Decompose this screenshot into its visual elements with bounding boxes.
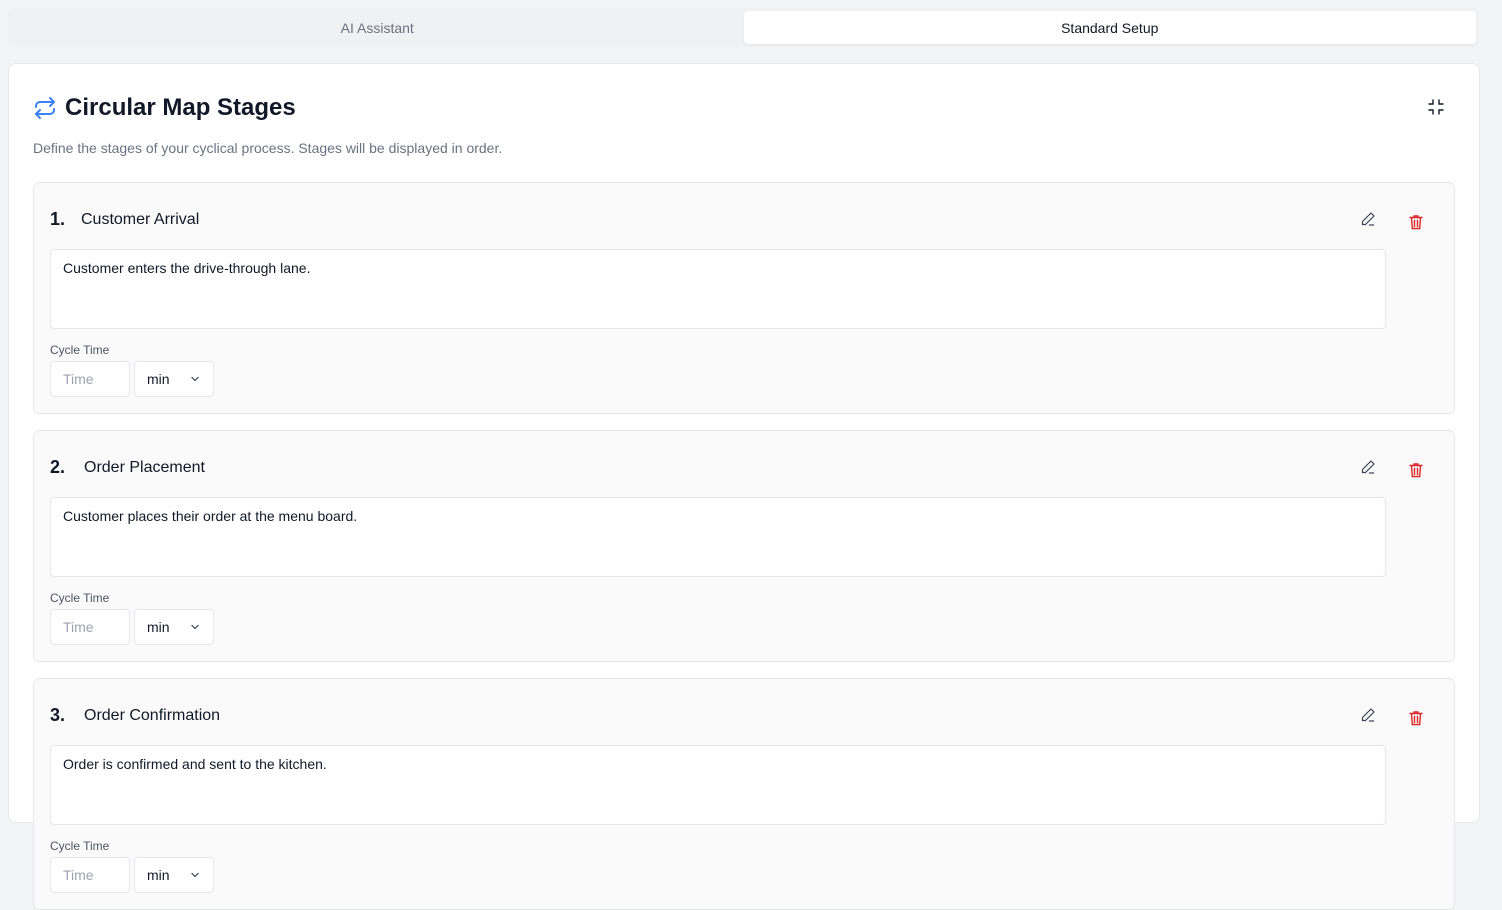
stage-card: 2. Order Placement Customer places their… (33, 430, 1455, 662)
card-header: Circular Map Stages (33, 94, 296, 122)
cycle-time-input[interactable]: Time (50, 361, 130, 397)
cycle-time-input[interactable]: Time (50, 857, 130, 893)
unit-select[interactable]: min (134, 857, 214, 893)
pencil-icon[interactable] (1360, 707, 1378, 725)
mode-tabs: AI Assistant Standard Setup (8, 8, 1479, 47)
chevron-down-icon (189, 621, 201, 633)
tab-standard-setup[interactable]: Standard Setup (743, 11, 1476, 44)
cycle-arrows-icon (33, 96, 57, 120)
trash-icon[interactable] (1409, 710, 1427, 728)
stage-name: Order Placement (84, 459, 205, 476)
stage-number: 1. (50, 209, 66, 229)
unit-select[interactable]: min (134, 361, 214, 397)
unit-select[interactable]: min (134, 609, 214, 645)
stage-number: 2. (50, 457, 66, 477)
stages-card: Circular Map Stages Define the stages of… (8, 63, 1480, 910)
stage-card: 1. Customer Arrival Customer enters the … (33, 182, 1455, 414)
cycle-time-label: Cycle Time (50, 343, 110, 357)
trash-icon[interactable] (1409, 214, 1427, 232)
cycle-time-label: Cycle Time (50, 839, 110, 853)
pencil-icon[interactable] (1360, 211, 1378, 229)
card-description: Define the stages of your cyclical proce… (33, 140, 503, 156)
pencil-icon[interactable] (1360, 459, 1378, 477)
stage-description-field[interactable]: Order is confirmed and sent to the kitch… (50, 745, 1386, 825)
chevron-down-icon (189, 373, 201, 385)
collapse-icon[interactable] (1427, 98, 1445, 116)
chevron-down-icon (189, 869, 201, 881)
page-title: Circular Map Stages (65, 94, 296, 121)
cycle-time-input[interactable]: Time (50, 609, 130, 645)
stage-description-field[interactable]: Customer enters the drive-through lane. (50, 249, 1386, 329)
stage-name: Customer Arrival (81, 211, 200, 228)
stage-description-field[interactable]: Customer places their order at the menu … (50, 497, 1386, 577)
unit-select-value: min (147, 867, 170, 883)
unit-select-value: min (147, 371, 170, 387)
stage-number: 3. (50, 705, 66, 725)
tab-ai-assistant[interactable]: AI Assistant (11, 11, 744, 44)
trash-icon[interactable] (1409, 462, 1427, 480)
cycle-time-label: Cycle Time (50, 591, 110, 605)
unit-select-value: min (147, 619, 170, 635)
stage-card: 3. Order Confirmation Order is confirmed… (33, 678, 1455, 910)
stage-name: Order Confirmation (84, 707, 221, 724)
